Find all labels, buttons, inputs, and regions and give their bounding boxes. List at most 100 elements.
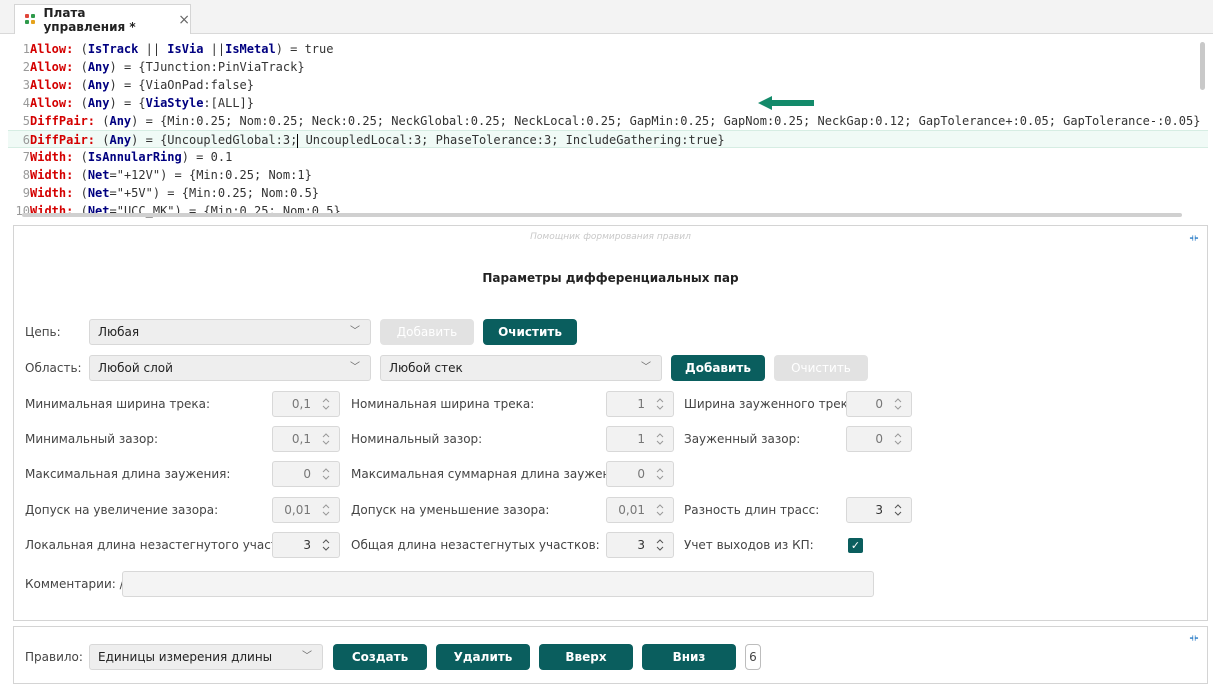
rule-text: ||	[203, 42, 226, 56]
line-number: 10	[15, 204, 30, 218]
total-uncoupled-input[interactable]: 3	[606, 532, 674, 558]
rule-identifier: IsVia	[167, 42, 204, 56]
rule-select-value: Единицы измерения длины	[98, 650, 273, 664]
line-number: 3	[22, 78, 30, 92]
code-line[interactable]: 6DiffPair: (Any) = {UncoupledGlobal:3; U…	[8, 130, 1208, 148]
collapse-icon[interactable]: ⌟⌞ ⌝⌜	[1187, 631, 1201, 648]
collapse-icon[interactable]: ⌟⌞ ⌝⌜	[1187, 231, 1201, 248]
rule-text: ) = 0.1	[181, 150, 233, 164]
move-up-button[interactable]: Вверх	[539, 644, 633, 670]
area-clear-button[interactable]: Очистить	[774, 355, 868, 381]
line-number: 8	[22, 168, 30, 182]
code-line[interactable]: 5DiffPair: (Any) = {Min:0.25; Nom:0.25; …	[8, 112, 1208, 130]
spinner-icon[interactable]	[655, 466, 665, 482]
gap-tolerance-plus-input[interactable]: 0,01	[272, 497, 340, 523]
max-total-neck-length-input[interactable]: 0	[606, 461, 674, 487]
spinner-icon[interactable]	[321, 502, 331, 518]
rule-identifier: Net	[87, 168, 110, 182]
neck-gap-label: Зауженный зазор:	[684, 432, 801, 446]
rule-text: ) = {Min:0.25; Nom:0.25; Neck:0.25; Neck…	[131, 114, 1201, 128]
net-add-button[interactable]: Добавить	[380, 319, 474, 345]
length-difference-input[interactable]: 3	[846, 497, 912, 523]
spinner-icon[interactable]	[321, 431, 331, 447]
arrow-icon	[758, 96, 814, 110]
rule-identifier: IsTrack	[87, 42, 139, 56]
net-clear-button[interactable]: Очистить	[483, 319, 577, 345]
rule-text: (	[73, 60, 88, 74]
chevron-down-icon: ﹀	[350, 326, 360, 337]
gap-tolerance-minus-input[interactable]: 0,01	[606, 497, 674, 523]
rule-text: :[ALL]}	[203, 96, 254, 110]
rule-text: (	[73, 186, 88, 200]
code-line[interactable]: 7Width: (IsAnnularRing) = 0.1	[8, 148, 1208, 166]
rule-text: (	[95, 114, 110, 128]
local-uncoupled-label: Локальная длина незастегнутого участка:	[25, 538, 297, 552]
tab-control-board[interactable]: Плата управления * ×	[14, 4, 191, 34]
rule-identifier: ViaStyle	[145, 96, 204, 110]
max-total-neck-length-label: Максимальная суммарная длина заужения:	[351, 467, 630, 481]
local-uncoupled-input[interactable]: 3	[272, 532, 340, 558]
line-number: 6	[22, 133, 30, 147]
spinner-icon[interactable]	[321, 537, 331, 553]
neck-track-width-input[interactable]: 0	[846, 391, 912, 417]
neck-track-width-label: Ширина зауженного трека:	[684, 397, 860, 411]
rule-keyword: Allow:	[30, 60, 74, 74]
code-line[interactable]: 4Allow: (Any) = {ViaStyle:[ALL]}	[8, 94, 1208, 112]
rule-text: (	[95, 133, 110, 147]
rules-code-editor[interactable]: 1Allow: (IsTrack || IsVia ||IsMetal) = t…	[8, 38, 1208, 218]
max-neck-length-input[interactable]: 0	[272, 461, 340, 487]
vertical-scrollbar[interactable]	[1200, 42, 1205, 90]
rule-text: ) = true	[275, 42, 334, 56]
spinner-icon[interactable]	[655, 396, 665, 412]
rule-identifier: Any	[87, 96, 110, 110]
create-rule-button[interactable]: Создать	[333, 644, 427, 670]
chevron-down-icon: ﹀	[350, 362, 360, 373]
rule-identifier: IsAnnularRing	[87, 150, 182, 164]
line-number: 7	[22, 150, 30, 164]
spinner-icon[interactable]	[893, 431, 903, 447]
min-track-width-input[interactable]: 0,1	[272, 391, 340, 417]
stack-select[interactable]: Любой стек ﹀	[380, 355, 662, 381]
spinner-icon[interactable]	[321, 466, 331, 482]
rule-select[interactable]: Единицы измерения длины ﹀	[89, 644, 323, 670]
code-line[interactable]: 10Width: (Net="UCC_MK") = {Min:0.25; Nom…	[8, 202, 1208, 220]
stack-select-value: Любой стек	[389, 361, 463, 375]
line-number: 4	[22, 96, 30, 110]
nom-track-width-input[interactable]: 1	[606, 391, 674, 417]
rule-text: ="+12V") = {Min:0.25; Nom:1}	[109, 168, 312, 182]
layer-select[interactable]: Любой слой ﹀	[89, 355, 371, 381]
include-gathering-checkbox[interactable]: ✓	[848, 538, 863, 553]
net-label: Цепь:	[25, 325, 61, 339]
comment-input[interactable]	[122, 571, 874, 597]
spinner-icon[interactable]	[893, 396, 903, 412]
spinner-icon[interactable]	[655, 537, 665, 553]
gap-tolerance-minus-label: Допуск на уменьшение зазора:	[351, 503, 550, 517]
move-down-button[interactable]: Вниз	[642, 644, 736, 670]
rule-label: Правило:	[25, 650, 83, 664]
close-icon[interactable]: ×	[178, 12, 190, 28]
code-line[interactable]: 2Allow: (Any) = {TJunction:PinViaTrack}	[8, 58, 1208, 76]
area-add-button[interactable]: Добавить	[671, 355, 765, 381]
code-line[interactable]: 1Allow: (IsTrack || IsVia ||IsMetal) = t…	[8, 40, 1208, 58]
min-gap-input[interactable]: 0,1	[272, 426, 340, 452]
delete-rule-button[interactable]: Удалить	[436, 644, 530, 670]
spinner-icon[interactable]	[893, 502, 903, 518]
net-select[interactable]: Любая ﹀	[89, 319, 371, 345]
layer-select-value: Любой слой	[98, 361, 173, 375]
rules-panel: ⌟⌞ ⌝⌜ Правило: Единицы измерения длины ﹀ …	[13, 626, 1208, 684]
spinner-icon[interactable]	[655, 502, 665, 518]
horizontal-scrollbar[interactable]	[22, 213, 1182, 217]
section-title: Параметры дифференциальных пар	[482, 271, 739, 285]
neck-gap-input[interactable]: 0	[846, 426, 912, 452]
spinner-icon[interactable]	[655, 431, 665, 447]
code-line[interactable]: 8Width: (Net="+12V") = {Min:0.25; Nom:1}	[8, 166, 1208, 184]
rule-text: (	[73, 78, 88, 92]
rule-count-badge: 6	[745, 644, 761, 670]
code-line[interactable]: 9Width: (Net="+5V") = {Min:0.25; Nom:0.5…	[8, 184, 1208, 202]
min-gap-label: Минимальный зазор:	[25, 432, 158, 446]
include-gathering-label: Учет выходов из КП:	[684, 538, 814, 552]
spinner-icon[interactable]	[321, 396, 331, 412]
rule-identifier: Any	[87, 78, 110, 92]
code-line[interactable]: 3Allow: (Any) = {ViaOnPad:false}	[8, 76, 1208, 94]
nom-gap-input[interactable]: 1	[606, 426, 674, 452]
